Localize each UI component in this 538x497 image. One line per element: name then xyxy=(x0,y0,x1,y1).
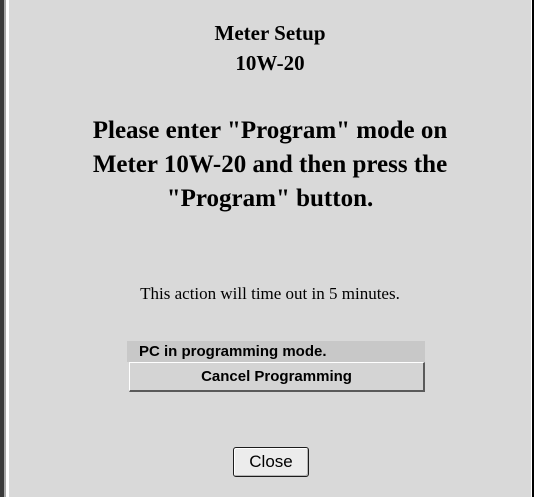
instruction-line-2: Meter 10W-20 and then press the xyxy=(92,151,448,178)
dialog-title: Meter Setup 10W-20 xyxy=(9,18,531,78)
instruction-line-3: "Program" button. xyxy=(166,185,374,212)
timeout-message: This action will time out in 5 minutes. xyxy=(140,284,400,303)
instruction-text: Please enter "Program" mode on Meter 10W… xyxy=(29,114,511,216)
window-left-border xyxy=(0,0,6,497)
cancel-programming-button[interactable]: Cancel Programming xyxy=(129,362,425,392)
close-button[interactable]: Close xyxy=(233,447,309,477)
title-line-1: Meter Setup xyxy=(214,21,326,45)
instruction-line-1: Please enter "Program" mode on xyxy=(92,117,448,144)
window-right-border xyxy=(532,0,538,497)
title-line-2: 10W-20 xyxy=(235,51,305,75)
meter-setup-dialog: Meter Setup 10W-20 Please enter "Program… xyxy=(8,0,531,497)
status-message: PC in programming mode. xyxy=(127,341,425,362)
